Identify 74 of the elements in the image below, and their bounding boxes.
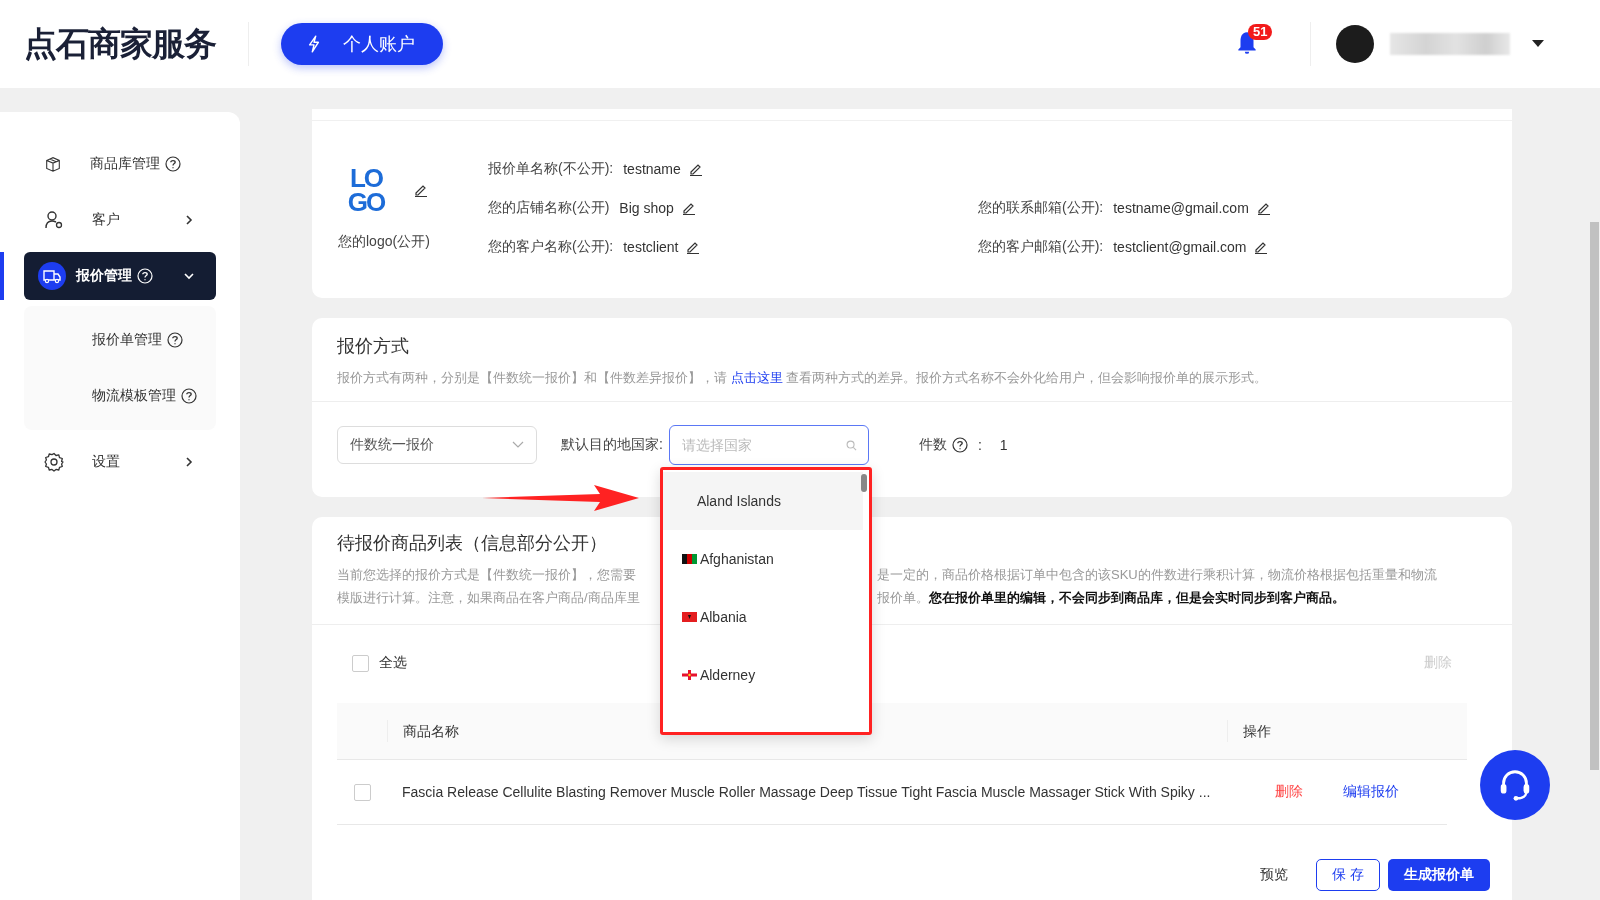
country-option[interactable]: Aland Islands [662,472,863,530]
submenu-item[interactable]: 报价单管理 [24,312,216,368]
notification-badge: 51 [1248,24,1273,40]
click-here-link[interactable]: 点击这里 [730,370,783,385]
column-header: 商品名称 [387,720,1227,742]
quantity-value: 1 [999,437,1008,453]
sidebar-item-label: 商品库管理 [90,155,160,173]
field-value: Big shop [619,199,674,216]
sidebar-item-label: 设置 [92,453,120,471]
sidebar-item-label: 客户 [92,211,120,229]
settings-icon [44,452,64,472]
caret-icon[interactable] [1532,40,1544,48]
chevron-right-icon [184,215,194,225]
chevron-down-icon [184,271,194,281]
field-label: 您的客户名称(公开): [488,237,614,256]
field-label: 您的客户邮箱(公开): [978,237,1104,256]
field-label: 您的联系邮箱(公开): [978,198,1104,217]
chevron-right-icon [184,457,194,467]
active-indicator [0,252,4,300]
quantity-colon: : [977,437,982,453]
brand-logo: 点石商家服务 [24,23,216,64]
row-checkbox[interactable] [353,783,371,801]
submenu-item[interactable]: 物流模板管理 [24,368,216,424]
country-option[interactable]: Albania [662,588,869,646]
flag-icon [681,670,697,680]
help-icon[interactable] [165,156,181,172]
description-text: 报价单。您在报价单里的编辑，不会同步到商品库，但是会实时同步到客户商品。 [877,589,1346,607]
country-option[interactable]: Afghanistan [662,530,869,588]
edit-icon[interactable] [414,183,428,197]
help-icon[interactable] [181,388,197,404]
country-option[interactable]: Alderney [662,646,869,704]
product-name-cell-text: Fascia Release Cellulite Blasting Remover Muscle Roller Massage Deep Tissue Tight Fascia Muscle Massager Stick With Spiky ... [401,784,1212,800]
help-icon[interactable] [167,332,183,348]
logo-label: 您的logo(公开) [338,233,431,251]
column-header: 操作 [1227,720,1271,742]
sidebar-item[interactable]: 商品库管理 [24,140,216,188]
account-button[interactable]: 个人账户 [281,23,443,65]
quantity-label: 件数 [918,436,947,454]
avatar[interactable] [1336,25,1374,63]
generate-quote-button[interactable]: 生成报价单 [1388,859,1490,891]
field-label: 您的店铺名称(公开) [488,198,610,217]
flag-icon [681,554,697,564]
method-select[interactable]: 件数统一报价 [337,426,537,464]
country-label: 默认目的地国家: [561,436,663,454]
sidebar-item[interactable]: 报价管理 [24,252,216,300]
select-all-label: 全选 [379,654,407,672]
user-icon [44,210,64,230]
sidebar-item[interactable]: 设置 [24,438,216,486]
search-icon [845,440,857,451]
field-value: testname@gmail.com [1113,199,1249,216]
help-icon[interactable] [951,437,968,453]
edit-price-link[interactable]: 编辑报价 [1343,783,1399,801]
delete-link[interactable]: 删除 [1275,783,1303,801]
description-text: 模版进行计算。注意，如果商品在客户商品/商品库里 [337,589,641,607]
lightning-icon [307,35,321,53]
field-value: testclient [623,238,679,255]
section-title: 报价方式 [337,335,410,358]
logo-image: LO GO [346,162,386,219]
sidebar-item[interactable]: 客户 [24,196,216,244]
preview-button[interactable]: 预览 [1254,859,1294,891]
select-all-checkbox[interactable] [352,654,369,672]
field-value: testname [623,160,681,177]
field-value: testclient@gmail.com [1113,238,1247,255]
chevron-down-icon [512,441,524,449]
scrollbar-thumb[interactable] [1590,222,1599,770]
section-title: 待报价商品列表（信息部分公开） [337,532,608,555]
country-search-field[interactable]: 请选择国家 [668,425,869,465]
scrollbar-thumb[interactable] [860,474,867,492]
flag-icon [681,612,697,622]
truck-icon [38,262,66,290]
field-label: 报价单名称(不公开): [488,159,614,178]
box-icon [44,155,62,173]
save-button[interactable]: 保 存 [1316,859,1380,891]
sidebar-item-label: 报价管理 [76,267,132,285]
